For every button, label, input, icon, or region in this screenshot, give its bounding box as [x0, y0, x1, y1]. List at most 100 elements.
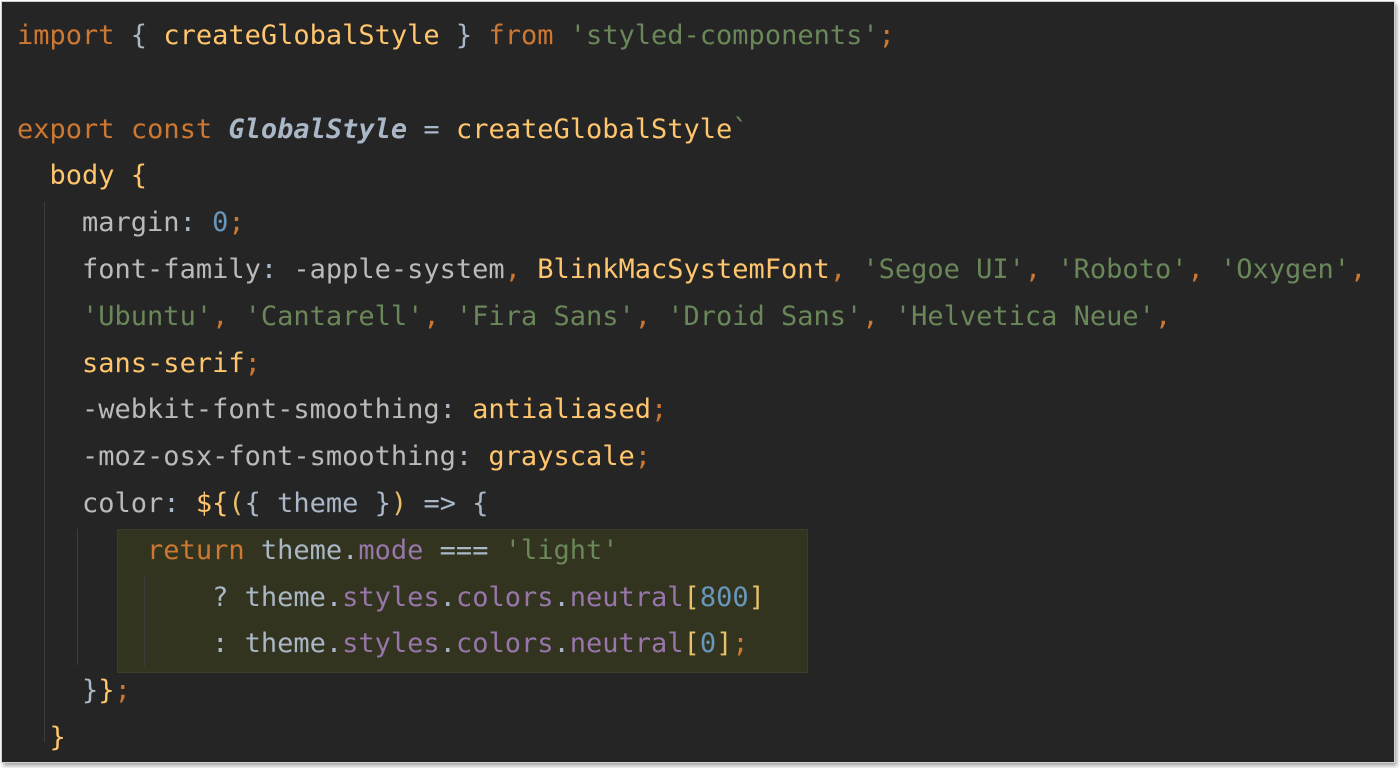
- code-line[interactable]: import { createGlobalStyle } from 'style…: [17, 13, 895, 59]
- code-token: styles: [342, 628, 440, 660]
- code-token: 0: [212, 207, 229, 239]
- code-token: .: [439, 581, 456, 613]
- code-token: antialiased: [472, 394, 651, 426]
- code-token: ,: [1350, 254, 1367, 285]
- code-token: mode: [358, 534, 424, 566]
- code-editor[interactable]: import { createGlobalStyle } from 'style…: [2, 2, 1394, 762]
- code-token: colors: [455, 628, 554, 660]
- code-token: -webkit-font-smoothing: [82, 394, 440, 426]
- code-token: 0: [699, 628, 717, 660]
- code-token: 'Cantarell': [244, 300, 424, 332]
- code-token: .: [439, 628, 456, 660]
- code-token: ,: [212, 300, 245, 332]
- code-token: styles: [342, 581, 440, 613]
- code-token: }: [98, 675, 115, 707]
- code-token: {: [114, 20, 164, 51]
- code-line[interactable]: margin: 0;: [17, 200, 245, 246]
- code-token: export: [17, 113, 115, 145]
- code-token: GlobalStyle: [228, 113, 408, 145]
- code-line[interactable]: body {: [17, 153, 148, 199]
- code-token: theme: [277, 488, 359, 519]
- code-line[interactable]: ? theme.styles.colors.neutral[800]: [17, 575, 765, 621]
- code-token: body: [49, 160, 115, 192]
- code-token: ,: [862, 300, 895, 332]
- code-token: 'styled-components': [569, 20, 879, 51]
- code-token: .: [553, 581, 570, 613]
- code-token: ;: [228, 207, 245, 239]
- code-token: neutral: [569, 581, 684, 613]
- code-token: :: [163, 488, 196, 519]
- code-token: [: [683, 628, 700, 660]
- code-line[interactable]: : theme.styles.colors.neutral[0];: [17, 621, 749, 667]
- code-token: =: [407, 113, 456, 145]
- code-line[interactable]: font-family: -apple-system, BlinkMacSyst…: [17, 247, 1366, 293]
- code-token: return: [147, 534, 245, 566]
- code-token: 'Ubuntu': [82, 300, 213, 332]
- code-token: :: [260, 254, 294, 285]
- code-token: {: [114, 160, 148, 192]
- code-token: ]: [716, 628, 733, 660]
- code-line[interactable]: return theme.mode === 'light': [17, 528, 619, 574]
- code-token: ,: [1024, 254, 1058, 285]
- code-token: sans-serif: [82, 347, 245, 379]
- code-line[interactable]: -webkit-font-smoothing: antialiased;: [17, 387, 667, 433]
- code-token: margin: [82, 207, 180, 239]
- code-token: ? theme.: [212, 581, 343, 613]
- code-token: 'Oxygen': [1219, 254, 1351, 285]
- code-token: BlinkMacSystemFont: [537, 254, 830, 285]
- code-token: createGlobalStyle: [163, 20, 440, 51]
- code-token: ,: [1154, 300, 1172, 332]
- code-token: 800: [699, 581, 749, 613]
- code-token: createGlobalStyle: [455, 113, 733, 145]
- editor-window: import { createGlobalStyle } from 'style…: [1, 1, 1395, 763]
- code-token: ${: [195, 488, 229, 519]
- code-token: -apple-system: [293, 254, 505, 285]
- code-line[interactable]: -moz-osx-font-smoothing: grayscale;: [17, 434, 651, 480]
- code-token: -moz-osx-font-smoothing: [82, 441, 456, 473]
- code-token: `: [732, 113, 749, 145]
- code-token: ): [390, 488, 408, 519]
- code-token: .: [553, 628, 570, 660]
- code-token: 'Fira Sans': [455, 300, 635, 332]
- code-line[interactable]: 'Ubuntu', 'Cantarell', 'Fira Sans', 'Dro…: [17, 294, 1171, 340]
- code-token: }: [49, 722, 66, 753]
- code-token: 'Droid Sans': [667, 300, 863, 332]
- code-token: neutral: [569, 628, 684, 660]
- code-token: ;: [878, 20, 895, 51]
- code-token: theme.: [244, 534, 359, 566]
- code-token: ===: [423, 534, 505, 566]
- code-token: :: [439, 394, 473, 426]
- code-token: 'Segoe UI': [862, 254, 1025, 285]
- code-token: colors: [455, 581, 554, 613]
- code-token: [: [683, 581, 700, 613]
- code-token: ,: [423, 300, 456, 332]
- code-token: color: [82, 488, 164, 519]
- code-token: ]: [748, 581, 765, 613]
- code-token: 'Helvetica Neue': [894, 300, 1155, 332]
- code-line[interactable]: export const GlobalStyle = createGlobalS…: [17, 107, 749, 153]
- code-token: ,: [634, 300, 668, 332]
- code-line[interactable]: }: [17, 715, 66, 761]
- code-token: =>: [407, 488, 473, 519]
- code-token: ;: [114, 675, 131, 707]
- code-token: :: [179, 207, 213, 239]
- code-token: 'Roboto': [1057, 254, 1188, 285]
- code-line[interactable]: }};: [17, 668, 131, 714]
- code-token: ;: [650, 394, 668, 426]
- code-line[interactable]: sans-serif;: [17, 341, 261, 387]
- code-token: :: [455, 441, 489, 473]
- code-line[interactable]: color: ${({ theme }) => {: [17, 481, 488, 527]
- code-token: 'light': [504, 534, 619, 566]
